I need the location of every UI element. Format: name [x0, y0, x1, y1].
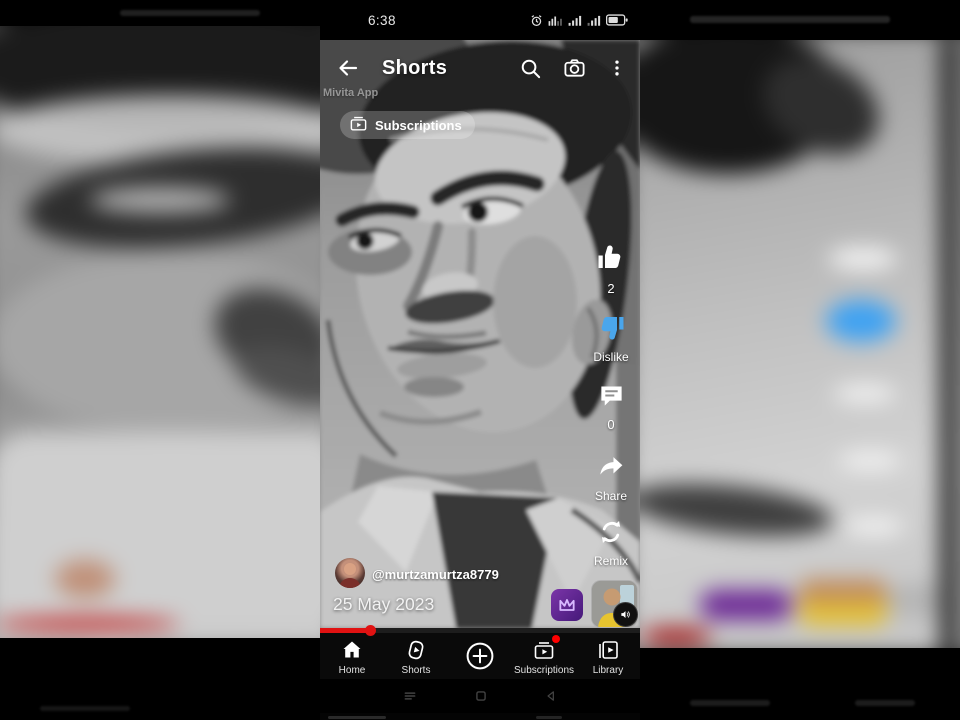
subscriptions-icon	[532, 637, 556, 663]
alarm-icon	[530, 14, 543, 27]
clock-time: 6:38	[368, 13, 396, 28]
notification-badge	[552, 635, 560, 643]
audio-speaker-icon[interactable]	[613, 602, 638, 627]
bottom-navigation: Home Shorts Subscriptions	[320, 633, 640, 679]
comments-button[interactable]: 0	[581, 382, 640, 432]
page-title: Shorts	[382, 57, 447, 80]
network-2g-icon	[548, 14, 563, 27]
remix-label: Remix	[594, 554, 628, 568]
create-plus-icon	[464, 643, 496, 669]
back-triangle-icon[interactable]	[544, 689, 558, 703]
subscriptions-icon	[349, 114, 368, 136]
more-menu-icon[interactable]	[607, 57, 627, 79]
dislike-label: Dislike	[593, 350, 628, 364]
channel-avatar[interactable]	[335, 558, 365, 588]
nav-item-library[interactable]: Library	[576, 633, 640, 679]
home-icon	[340, 637, 364, 663]
thumbs-down-icon	[596, 312, 626, 347]
screen-recording-frame: 6:38	[0, 0, 960, 720]
signal-bars-icon	[568, 14, 582, 27]
android-navigation-bar	[320, 679, 640, 713]
remix-icon	[597, 518, 625, 551]
nav-label: Shorts	[402, 665, 431, 676]
comment-icon	[598, 382, 625, 414]
channel-username[interactable]: @murtzamurtza8779	[372, 567, 499, 582]
subscriptions-chip[interactable]: Subscriptions	[340, 111, 475, 139]
thumbs-up-icon	[596, 243, 626, 278]
phone-screen: 6:38	[320, 0, 640, 720]
dislike-button[interactable]: Dislike	[581, 312, 640, 364]
nav-item-shorts[interactable]: Shorts	[384, 633, 448, 679]
recents-square-icon[interactable]	[474, 689, 488, 703]
remix-button[interactable]: Remix	[581, 518, 640, 568]
library-icon	[596, 637, 620, 663]
shorts-icon	[404, 637, 428, 663]
app-watermark: Mivita App	[323, 87, 378, 99]
shorts-video[interactable]: Shorts Mivita App	[320, 40, 640, 628]
video-progress-handle[interactable]	[365, 625, 376, 636]
like-count: 2	[607, 281, 614, 296]
nav-label: Home	[339, 665, 366, 676]
share-arrow-icon	[597, 452, 626, 486]
video-date: 25 May 2023	[333, 594, 434, 615]
share-button[interactable]: Share	[581, 452, 640, 503]
comment-count: 0	[607, 417, 614, 432]
nav-label: Library	[593, 665, 624, 676]
battery-icon	[606, 14, 628, 26]
nav-item-subscriptions[interactable]: Subscriptions	[512, 633, 576, 679]
shorts-header: Shorts	[320, 48, 640, 88]
nav-label: Subscriptions	[514, 665, 574, 676]
back-arrow-icon[interactable]	[336, 56, 360, 80]
search-icon[interactable]	[519, 57, 542, 80]
app-logo-thumbnail[interactable]	[551, 589, 583, 621]
share-label: Share	[595, 489, 627, 503]
signal-bars-icon	[587, 14, 601, 27]
bottom-strip	[320, 713, 640, 720]
menu-icon[interactable]	[402, 689, 418, 703]
subscriptions-chip-label: Subscriptions	[375, 118, 462, 133]
nav-item-home[interactable]: Home	[320, 633, 384, 679]
camera-icon[interactable]	[563, 57, 586, 80]
bottom-letterbox-right	[640, 648, 960, 720]
nav-item-create[interactable]	[448, 633, 512, 679]
like-button[interactable]: 2	[581, 243, 640, 296]
status-bar: 6:38	[320, 0, 640, 40]
